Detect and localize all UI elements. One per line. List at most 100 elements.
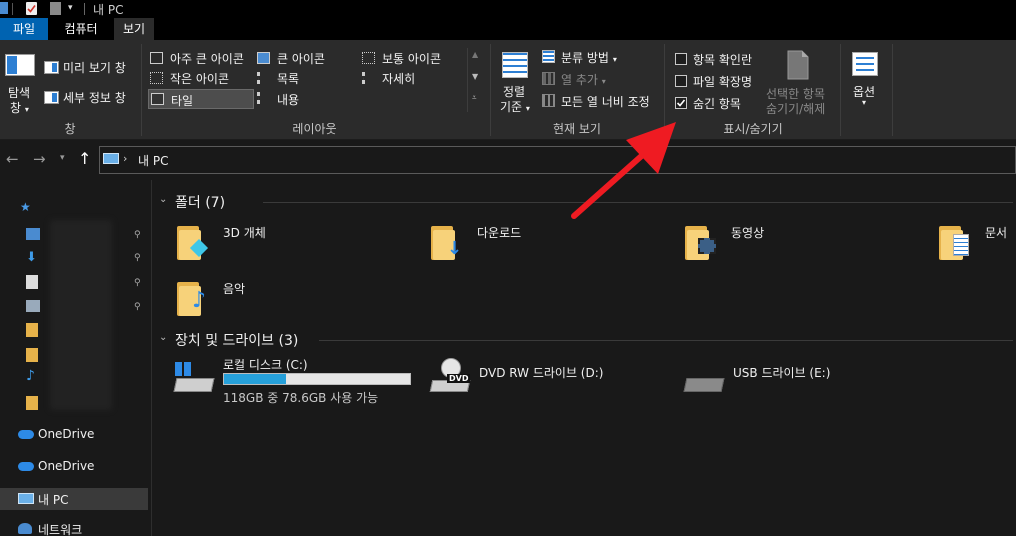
layout-extra-large-icons[interactable]: 아주 큰 아이콘 (148, 49, 254, 67)
ribbon-separator (490, 44, 491, 136)
add-columns-button[interactable]: 열 추가 ▾ (540, 70, 660, 88)
folders-section-title[interactable]: 폴더 (7) (175, 192, 225, 212)
documents-folder-icon (939, 224, 969, 260)
layout-scroll[interactable]: ▲ ▼ ⩡ (467, 48, 483, 112)
title-separator (84, 3, 85, 15)
scroll-down-icon[interactable]: ▼ (472, 72, 478, 81)
collapse-chevron-icon[interactable]: ⌄ (159, 194, 167, 205)
scroll-up-icon[interactable]: ▲ (472, 50, 478, 59)
details-pane-button[interactable]: 세부 정보 창 (44, 88, 136, 106)
nav-item-network[interactable]: 네트워크 (0, 518, 148, 536)
layout-medium-icons[interactable]: 보통 아이콘 (360, 49, 470, 67)
downloads-folder-icon: ↓ (431, 224, 462, 260)
file-extensions-option[interactable]: 파일 확장명 (673, 72, 763, 90)
details-pane-label: 세부 정보 창 (63, 91, 126, 105)
options-button[interactable]: 옵션 ▾ (846, 50, 886, 116)
blurred-labels (50, 220, 112, 410)
disk-usage-fill (224, 374, 287, 384)
drive-item-usb[interactable]: USB 드라이브 (E:) (681, 356, 911, 406)
nav-item-onedrive[interactable]: OneDrive (0, 424, 148, 446)
quick-access-star-icon[interactable]: ★ (20, 200, 31, 214)
layout-group-label: 레이아웃 (292, 122, 337, 136)
local-disk-icon (173, 378, 215, 392)
details-icon (362, 72, 375, 84)
windows-logo-icon (175, 362, 191, 376)
folder-item-videos[interactable]: 동영상 (683, 220, 863, 264)
recent-locations-icon[interactable]: ▾ (60, 153, 65, 163)
details-pane-icon (44, 91, 59, 104)
ribbon-separator (840, 44, 841, 136)
nav-item-onedrive-2[interactable]: OneDrive (0, 456, 148, 478)
window-title: 내 PC (93, 3, 124, 17)
layout-content[interactable]: 내용 (255, 89, 355, 107)
show-hide-group-label: 표시/숨기기 (723, 122, 783, 136)
size-columns-icon (542, 94, 555, 107)
drives-section-title[interactable]: 장치 및 드라이브 (3) (175, 330, 298, 350)
forward-arrow-icon[interactable]: → (33, 150, 46, 168)
tab-computer[interactable]: 컴퓨터 (48, 18, 114, 40)
layout-small-icons[interactable]: 작은 아이콘 (148, 69, 254, 87)
annotation-arrow-icon (571, 122, 676, 219)
gallery-more-icon[interactable]: ⩡ (472, 93, 477, 103)
preview-pane-icon (44, 61, 59, 74)
pin-icon[interactable]: ⚲ (134, 302, 141, 312)
folder-item-3d-objects[interactable]: 3D 개체 (175, 220, 355, 264)
hide-selected-items-button[interactable]: 선택한 항목 숨기기/해제 (764, 50, 836, 116)
address-bar-row: ← → ▾ ↑ › 내 PC (0, 140, 1016, 180)
back-arrow-icon[interactable]: ← (6, 150, 19, 168)
preview-pane-button[interactable]: 미리 보기 창 (44, 58, 136, 76)
preview-pane-label: 미리 보기 창 (63, 61, 126, 75)
dvd-badge: DVD (447, 374, 471, 383)
list-icon (257, 72, 270, 84)
ribbon-tab-bar: 파일 컴퓨터 보기 (0, 18, 1016, 40)
disk-usage-bar (223, 373, 411, 385)
file-extensions-checkbox[interactable] (675, 75, 687, 87)
ribbon-separator (892, 44, 893, 136)
sort-by-icon (502, 52, 528, 78)
pin-icon[interactable]: ⚲ (134, 278, 141, 288)
layout-large-icons[interactable]: 큰 아이콘 (255, 49, 355, 67)
nav-item-this-pc[interactable]: 내 PC (0, 488, 148, 510)
new-folder-icon[interactable] (50, 2, 61, 15)
layout-details[interactable]: 자세히 (360, 69, 470, 87)
item-checkboxes-checkbox[interactable] (675, 53, 687, 65)
breadcrumb-chevron-icon[interactable]: › (123, 152, 127, 165)
computer-icon (18, 493, 34, 504)
folder-item-music[interactable]: ♪ 음악 (175, 276, 355, 320)
tab-file[interactable]: 파일 (0, 18, 48, 40)
drive-item-dvd[interactable]: DVD DVD RW 드라이브 (D:) (427, 356, 657, 406)
navigation-pane-label-2: 창 ▾ (10, 101, 29, 115)
qat-separator (12, 3, 13, 15)
properties-check-icon[interactable] (26, 2, 37, 15)
desktop-icon (26, 228, 40, 240)
group-by-button[interactable]: 분류 방법 ▾ (540, 48, 660, 66)
folder-item-documents[interactable]: 문서 (937, 220, 1016, 264)
computer-icon (103, 153, 119, 164)
music-icon: ♪ (26, 368, 35, 384)
navigation-pane-button[interactable]: 탐색 창 ▾ (4, 52, 36, 116)
options-icon (852, 52, 878, 76)
pane-group-label: 창 (64, 122, 76, 136)
blurred-quick-access-items: ⬇ ♪ ⚲ ⚲ ⚲ ⚲ (24, 220, 148, 410)
group-by-icon (542, 50, 555, 63)
address-path[interactable]: 내 PC (138, 152, 168, 169)
hide-selected-items-icon (787, 50, 809, 80)
title-bar: ▾ 내 PC (0, 0, 1016, 18)
collapse-chevron-icon[interactable]: ⌄ (159, 332, 167, 343)
item-checkboxes-option[interactable]: 항목 확인란 (673, 50, 763, 68)
tiles-icon (151, 93, 164, 105)
quick-access-folder-icon[interactable] (0, 2, 8, 14)
pin-icon[interactable]: ⚲ (134, 253, 141, 263)
pin-icon[interactable]: ⚲ (134, 230, 141, 240)
qat-dropdown-icon[interactable]: ▾ (68, 2, 78, 14)
sort-by-button[interactable]: 정렬 기준 ▾ (496, 50, 534, 116)
drive-item-local-disk[interactable]: 로컬 디스크 (C:) 118GB 중 78.6GB 사용 가능 (171, 356, 421, 406)
address-box[interactable]: › 내 PC (99, 146, 1016, 174)
tab-view[interactable]: 보기 (114, 18, 154, 40)
layout-list[interactable]: 목록 (255, 69, 355, 87)
folder-icon (26, 323, 38, 337)
up-arrow-icon[interactable]: ↑ (78, 149, 91, 168)
layout-tiles[interactable]: 타일 (148, 89, 254, 109)
ribbon: 탐색 창 ▾ 미리 보기 창 세부 정보 창 창 아주 큰 아이콘 큰 아이콘 … (0, 40, 1016, 140)
documents-icon (26, 275, 38, 289)
